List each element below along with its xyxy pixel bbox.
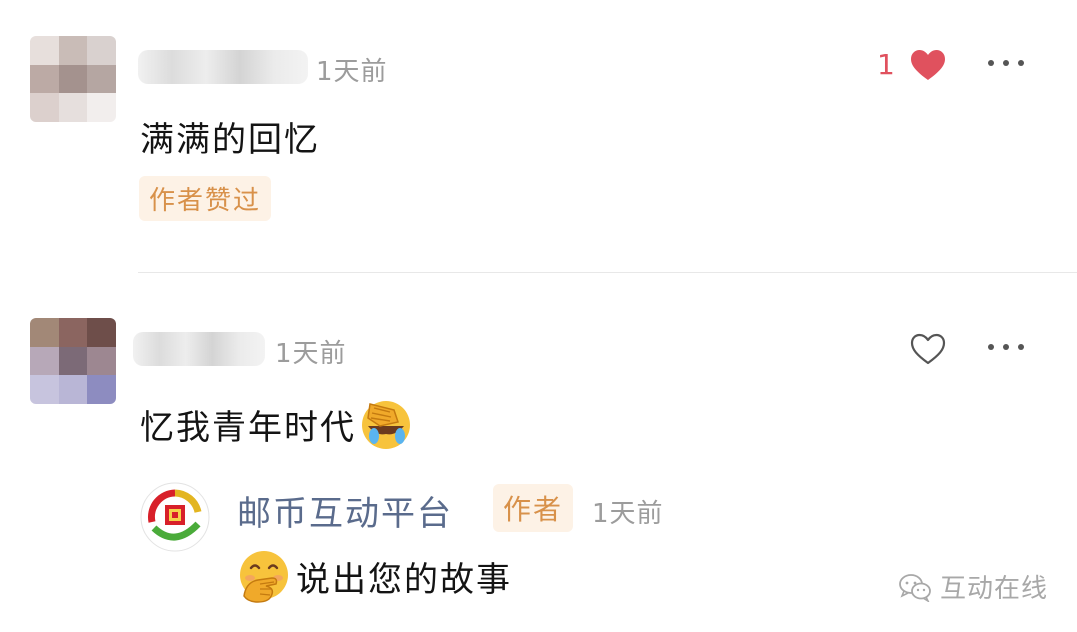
reply-time: 1天前 — [592, 499, 664, 529]
avatar[interactable] — [30, 36, 116, 122]
reply-content: 说出您的故事 — [236, 548, 512, 604]
platform-logo-avatar[interactable] — [140, 482, 210, 552]
hand-over-mouth-emoji-icon — [240, 551, 288, 603]
wechat-icon — [899, 573, 931, 602]
heart-outline-icon[interactable] — [909, 332, 947, 366]
more-horizontal-icon[interactable] — [988, 58, 1024, 68]
facepalm-crying-emoji-icon — [362, 401, 410, 449]
watermark-text: 互动在线 — [940, 574, 1049, 604]
avatar[interactable] — [30, 318, 116, 404]
username-blurred[interactable] — [138, 50, 308, 84]
comment-text: 忆我青年时代 — [140, 407, 356, 448]
author-badge: 作者 — [493, 484, 574, 532]
comment-text: 满满的回忆 — [140, 120, 320, 160]
comment-time: 1天前 — [275, 339, 347, 369]
heart-filled-icon[interactable] — [909, 48, 947, 82]
username-blurred[interactable] — [133, 332, 265, 366]
reply-author-name[interactable]: 邮币互动平台 — [237, 486, 453, 535]
comment-content: 忆我青年时代 — [140, 396, 414, 452]
divider — [138, 272, 1077, 273]
more-horizontal-icon[interactable] — [988, 342, 1024, 352]
watermark: 互动在线 — [898, 568, 1048, 605]
comment-time: 1天前 — [316, 57, 388, 87]
comments-page: 1天前 1 满满的回忆 作者赞过 1天前 忆我青年时代 邮币互动平台 作者 1天… — [0, 0, 1077, 632]
like-count: 1 — [877, 48, 895, 81]
author-liked-badge: 作者赞过 — [139, 176, 272, 221]
reply-text: 说出您的故事 — [296, 559, 512, 600]
